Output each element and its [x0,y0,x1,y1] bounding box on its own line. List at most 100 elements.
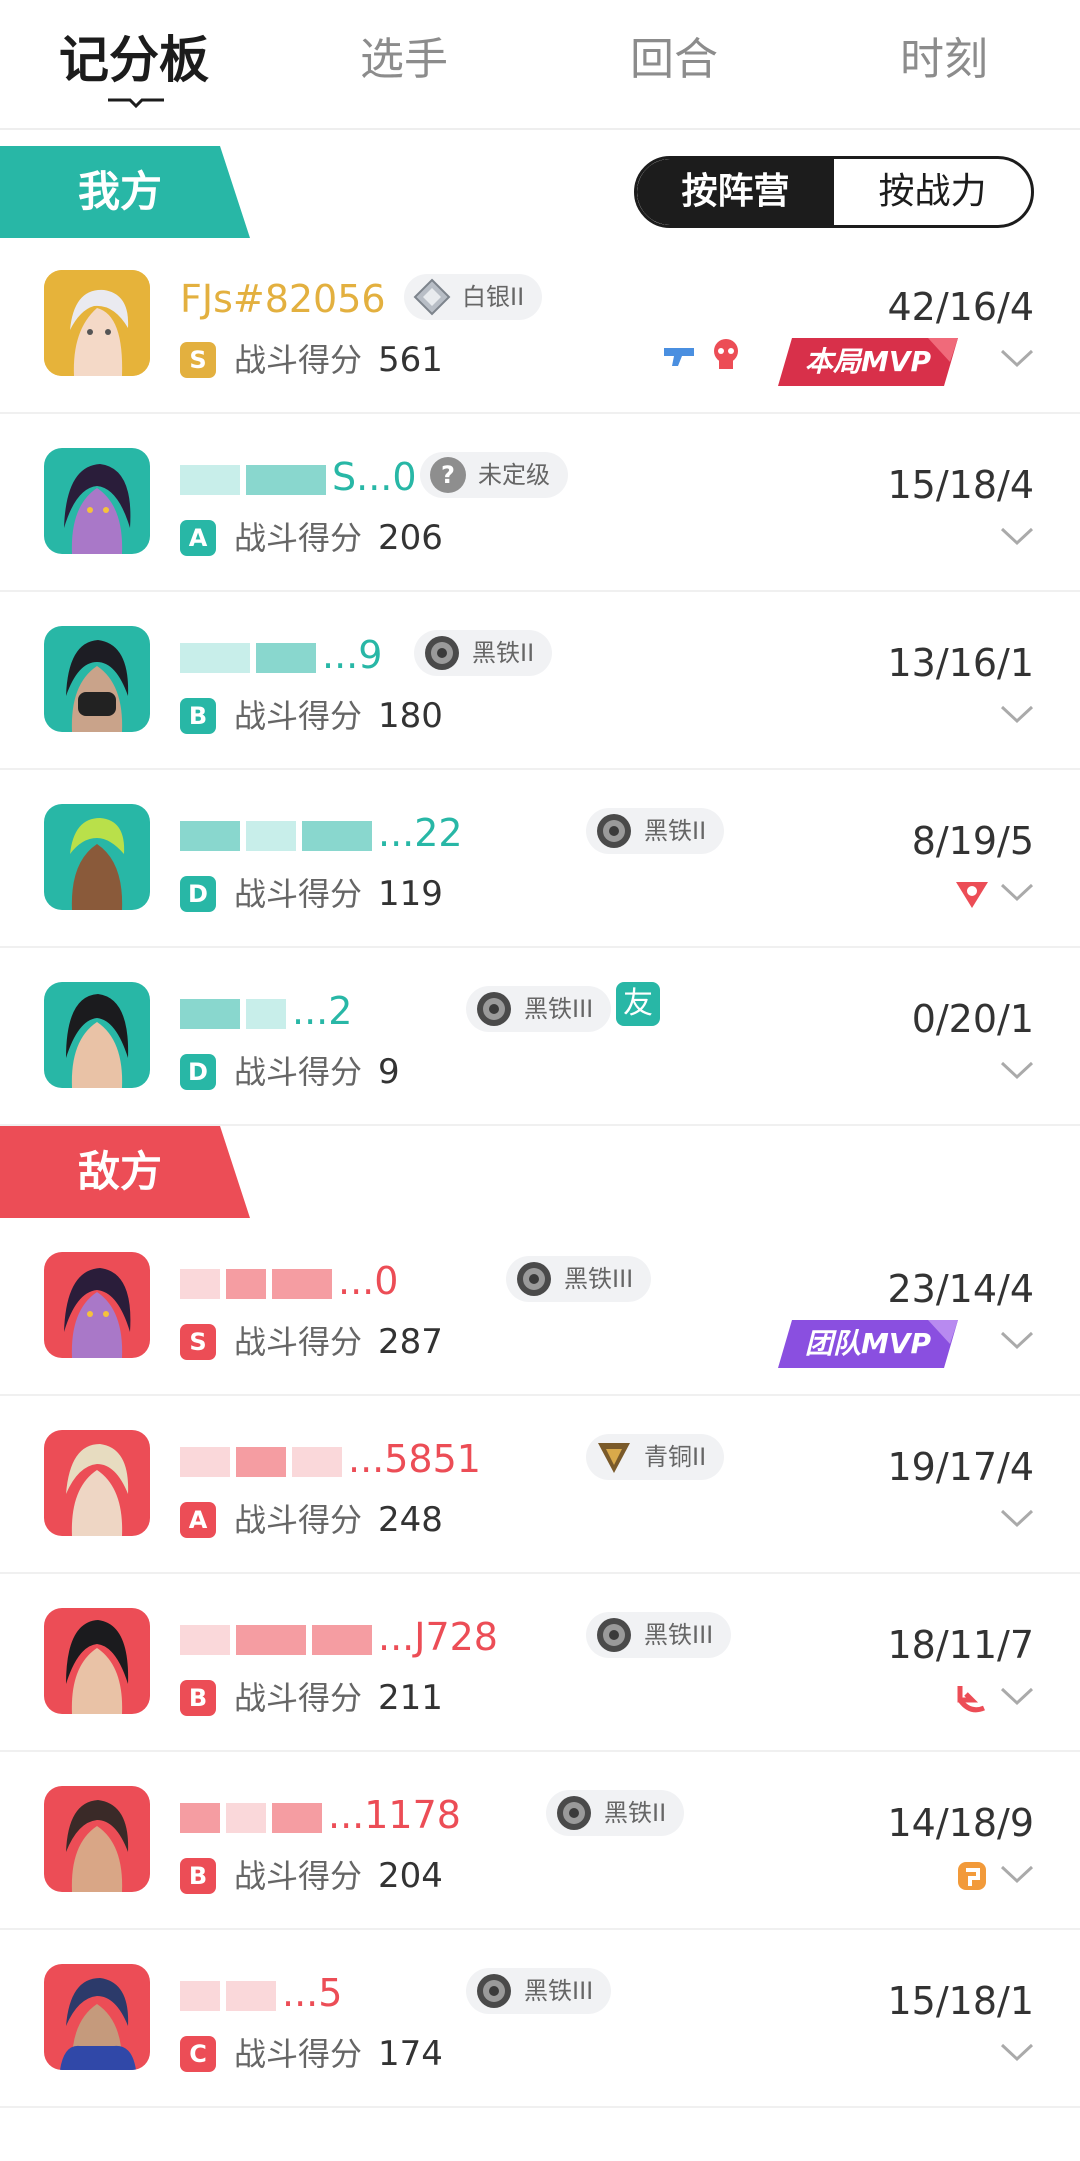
player-name: S...0 [180,452,417,502]
player-name: ...5 [180,1968,342,2018]
chevron-down-icon[interactable] [1000,1686,1034,1706]
tab-active-indicator [108,98,164,109]
chevron-down-icon[interactable] [1000,526,1034,546]
enemy-label: 敌方 [78,1147,163,1196]
chevron-down-icon[interactable] [1000,2042,1034,2062]
kda: 15/18/4 [887,463,1035,507]
avatar [44,1430,150,1536]
tab-rounds[interactable]: 回合 [574,30,774,90]
rank-badge: 黑铁II [414,630,553,676]
chevron-down-icon[interactable] [1000,1060,1034,1080]
ally-player-row-5[interactable]: ...2 黑铁III 友 D 战斗得分 9 0/20/1 [0,948,1080,1126]
score-value: 561 [378,340,443,380]
grade-badge: A [180,1502,216,1538]
avatar [44,448,150,554]
enemy-player-row-3[interactable]: ...J728 黑铁III B 战斗得分 211 18/11/7 [0,1574,1080,1752]
avatar [44,1608,150,1714]
player-name: ...5851 [180,1434,481,1484]
score-label: 战斗得分 [234,2035,363,2073]
tab-moments[interactable]: 时刻 [844,30,1044,90]
kda: 23/14/4 [887,1267,1035,1311]
iron-rank-icon [425,636,459,670]
avatar [44,1252,150,1358]
iron-rank-icon [557,1796,591,1830]
kda: 15/18/1 [887,1979,1035,2023]
avatar [44,804,150,910]
chevron-down-icon[interactable] [1000,704,1034,724]
unranked-icon: ? [430,457,466,493]
avatar [44,626,150,732]
enemy-player-row-1[interactable]: ...0 黑铁III S 战斗得分 287 23/14/4 团队MVP [0,1218,1080,1396]
grade-badge: B [180,698,216,734]
triangle-badge-icon [956,882,988,908]
kda: 8/19/5 [911,819,1034,863]
ally-player-row-1[interactable]: FJs#82056 白银II S 战斗得分 561 42/16/4 本局MVP [0,236,1080,414]
sort-toggle: 按阵营 按战力 [634,156,1034,228]
skull-icon [714,339,738,369]
score-value: 119 [378,874,443,914]
score-label: 战斗得分 [234,519,363,557]
chevron-down-icon[interactable] [1000,882,1034,902]
grade-badge: A [180,520,216,556]
tab-players[interactable]: 选手 [304,30,504,90]
grade-badge: S [180,1324,216,1360]
chevron-down-icon[interactable] [1000,348,1034,368]
kda: 0/20/1 [911,997,1034,1041]
grade-badge: C [180,2036,216,2072]
iron-rank-icon [597,814,631,848]
bronze-rank-icon [598,1443,630,1473]
kda: 14/18/9 [887,1801,1035,1845]
ally-team-header: 我方 按阵营 按战力 [0,146,1080,238]
team-mvp-badge: 团队MVP [778,1316,958,1372]
sort-by-power-button[interactable]: 按战力 [834,159,1031,225]
iron-rank-icon [517,1262,551,1296]
rank-badge: 青铜II [586,1434,725,1480]
ally-player-row-2[interactable]: S...0 ? 未定级 A 战斗得分 206 15/18/4 [0,414,1080,592]
rank-badge: 黑铁II [546,1790,685,1836]
score-label: 战斗得分 [234,1501,363,1539]
score-value: 206 [378,518,443,558]
ally-label: 我方 [78,167,163,216]
score-label: 战斗得分 [234,697,363,735]
enemy-team-header: 敌方 [0,1126,1080,1218]
score-label: 战斗得分 [234,1323,363,1361]
sort-by-team-button[interactable]: 按阵营 [637,159,834,225]
orange-badge-icon [958,1862,986,1890]
return-arrow-icon [957,1686,985,1713]
iron-rank-icon [477,992,511,1026]
chevron-down-icon[interactable] [1000,1864,1034,1884]
score-value: 248 [378,1500,443,1540]
rank-badge: 白银II [404,274,543,320]
kda: 13/16/1 [887,641,1035,685]
kda: 42/16/4 [887,285,1035,329]
player-name: ...2 [180,986,352,1036]
rank-badge: 黑铁III [586,1612,732,1658]
grade-badge: B [180,1858,216,1894]
enemy-player-row-4[interactable]: ...1178 黑铁II B 战斗得分 204 14/18/9 [0,1752,1080,1930]
enemy-player-row-5[interactable]: ...5 黑铁III C 战斗得分 174 15/18/1 [0,1930,1080,2108]
ally-player-row-4[interactable]: ...22 黑铁II D 战斗得分 119 8/19/5 [0,770,1080,948]
score-label: 战斗得分 [234,1053,363,1091]
rank-badge: 黑铁III [466,986,612,1032]
tab-scoreboard[interactable]: 记分板 [34,30,234,90]
player-name: ...1178 [180,1790,461,1840]
kda: 19/17/4 [887,1445,1035,1489]
iron-rank-icon [597,1618,631,1652]
score-value: 174 [378,2034,443,2074]
grade-badge: B [180,1680,216,1716]
top-tab-bar: 记分板 选手 回合 时刻 [0,0,1080,130]
chevron-down-icon[interactable] [1000,1508,1034,1528]
score-value: 211 [378,1678,443,1718]
grade-badge: D [180,876,216,912]
ally-player-row-3[interactable]: ...9 黑铁II B 战斗得分 180 13/16/1 [0,592,1080,770]
chevron-down-icon[interactable] [1000,1330,1034,1350]
gun-icon [664,348,694,366]
rank-badge: 黑铁III [506,1256,652,1302]
rank-badge: 黑铁II [586,808,725,854]
rank-badge: 黑铁III [466,1968,612,2014]
player-name: ...9 [180,630,382,680]
score-value: 9 [378,1052,400,1092]
enemy-player-row-2[interactable]: ...5851 青铜II A 战斗得分 248 19/17/4 [0,1396,1080,1574]
score-value: 180 [378,696,443,736]
rank-badge: ? 未定级 [420,452,568,498]
